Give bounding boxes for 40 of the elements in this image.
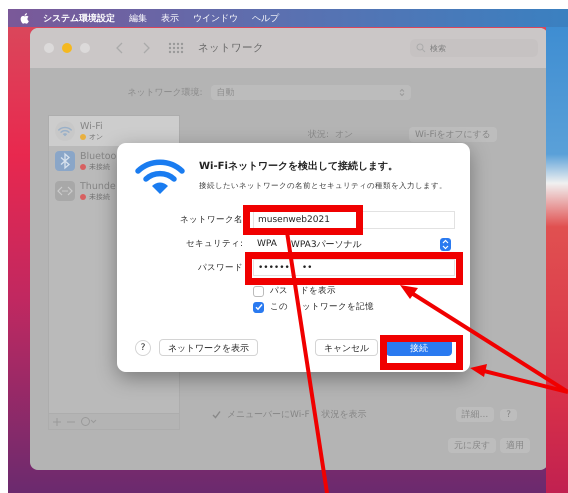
checkbox-label: ットワークを記憶 <box>302 301 374 313</box>
bluetooth-icon <box>55 151 75 171</box>
menu-item[interactable]: ウインドウ <box>193 12 238 24</box>
popup-value: WPA <box>257 239 277 249</box>
menu-item[interactable]: ヘルプ <box>252 12 279 24</box>
connector-icon <box>55 181 75 201</box>
checkbox-label: ドを表示 <box>300 285 336 297</box>
forward-icon[interactable] <box>142 42 150 54</box>
action-menu-icon[interactable] <box>81 417 97 426</box>
show-networks-button[interactable]: ネットワークを表示 <box>159 339 258 356</box>
service-name: Wi-Fi <box>80 120 103 132</box>
field-label: セキュリティ: <box>185 238 243 250</box>
checkbox-label: パス <box>270 285 288 297</box>
field-label: パスワード <box>197 262 243 274</box>
chevron-icon <box>398 88 405 96</box>
network-name-field[interactable]: musenweb2021 <box>253 211 455 229</box>
grid-icon[interactable] <box>168 42 184 54</box>
field-label: ネットワーク名 <box>179 214 243 226</box>
popup-value: WPA3パーソナル <box>290 238 362 250</box>
checkbox[interactable] <box>253 302 264 312</box>
help-button[interactable]: ? <box>135 340 151 356</box>
checkbox[interactable] <box>253 286 264 296</box>
password-dots: •• <box>302 262 312 272</box>
password-dots: •••••• <box>258 262 290 272</box>
dialog-title: Wi-Fiネットワークを検出して接続します。 <box>199 160 399 173</box>
apple-logo-icon[interactable] <box>20 12 29 24</box>
security-popup[interactable]: WPA WPA3パーソナル <box>253 235 455 253</box>
back-icon[interactable] <box>116 42 124 54</box>
window-title: ネットワーク <box>198 41 264 55</box>
menu-item[interactable]: 編集 <box>129 12 147 24</box>
checkbox[interactable] <box>212 410 221 419</box>
menu-item[interactable]: 表示 <box>161 12 179 24</box>
add-icon[interactable] <box>53 418 61 426</box>
wifi-icon <box>135 157 185 195</box>
password-field[interactable]: •••••• •• <box>253 259 455 276</box>
cancel-button[interactable]: キャンセル <box>315 339 378 356</box>
checkbox-label: この <box>270 301 288 313</box>
search-icon <box>416 43 426 53</box>
chevron-icon <box>440 238 451 250</box>
app-menu[interactable]: システム環境設定 <box>43 12 115 24</box>
